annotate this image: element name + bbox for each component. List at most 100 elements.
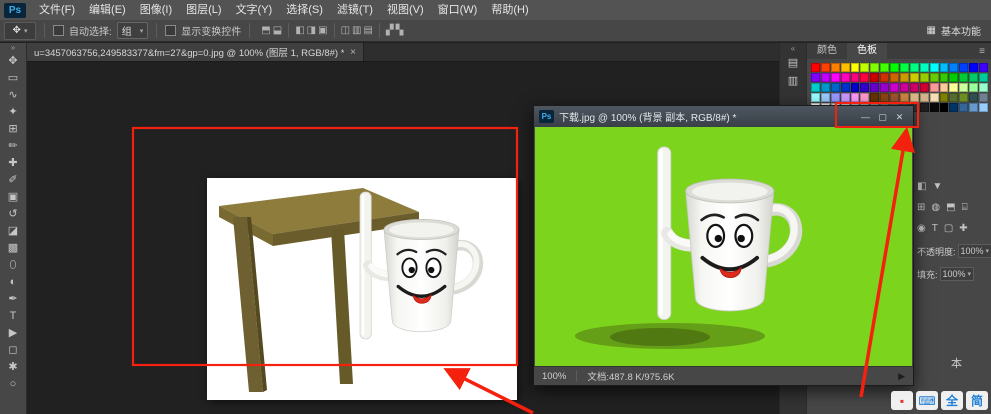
align-icon[interactable]: ⬓: [273, 25, 282, 36]
color-swatch[interactable]: [841, 83, 850, 92]
color-swatch[interactable]: [860, 83, 869, 92]
align-icon[interactable]: ▞: [386, 25, 394, 36]
align-icon[interactable]: ⬒: [261, 25, 270, 36]
type-tool[interactable]: T: [1, 308, 25, 325]
color-swatch[interactable]: [949, 63, 958, 72]
green-document-canvas[interactable]: [535, 127, 912, 366]
color-swatch[interactable]: [880, 83, 889, 92]
color-swatch[interactable]: [811, 83, 820, 92]
color-swatch[interactable]: [969, 73, 978, 82]
auto-select-checkbox[interactable]: [53, 25, 64, 36]
color-swatch[interactable]: [870, 83, 879, 92]
color-swatch[interactable]: [900, 73, 909, 82]
color-swatch[interactable]: [831, 73, 840, 82]
color-swatch[interactable]: [880, 93, 889, 102]
hand-tool[interactable]: ✱: [1, 359, 25, 376]
current-tool-chip[interactable]: ✥ ▾: [4, 22, 36, 40]
color-swatch[interactable]: [890, 73, 899, 82]
panel-icon[interactable]: ▢: [944, 223, 953, 234]
color-swatch[interactable]: [949, 73, 958, 82]
color-swatch[interactable]: [920, 83, 929, 92]
color-swatch[interactable]: [890, 83, 899, 92]
color-swatch[interactable]: [851, 93, 860, 102]
color-swatch[interactable]: [841, 73, 850, 82]
color-swatch[interactable]: [811, 63, 820, 72]
color-swatch[interactable]: [949, 103, 958, 112]
show-transform-checkbox[interactable]: [165, 25, 176, 36]
color-swatch[interactable]: [969, 93, 978, 102]
color-swatch[interactable]: [959, 103, 968, 112]
ime-tray-logo[interactable]: ▪: [891, 391, 913, 410]
color-swatch[interactable]: [979, 63, 988, 72]
color-swatch[interactable]: [821, 73, 830, 82]
color-swatch[interactable]: [831, 63, 840, 72]
color-swatch[interactable]: [851, 73, 860, 82]
menu-item[interactable]: 文字(Y): [229, 0, 280, 20]
auto-select-dropdown[interactable]: 组 ▾: [117, 22, 149, 39]
eyedropper-tool[interactable]: ✏: [1, 138, 25, 155]
color-swatch[interactable]: [940, 63, 949, 72]
color-swatch[interactable]: [870, 63, 879, 72]
move-tool[interactable]: ✥: [1, 53, 25, 70]
tab-close-icon[interactable]: ×: [350, 47, 356, 58]
color-swatch[interactable]: [930, 73, 939, 82]
align-icon[interactable]: ◨: [307, 25, 316, 36]
menu-item[interactable]: 编辑(E): [82, 0, 133, 20]
color-swatch[interactable]: [860, 73, 869, 82]
path-select-tool[interactable]: ▶: [1, 325, 25, 342]
healing-brush-tool[interactable]: ✚: [1, 155, 25, 172]
color-swatch[interactable]: [890, 63, 899, 72]
panel-icon[interactable]: ✚: [959, 223, 967, 234]
menu-item[interactable]: 视图(V): [380, 0, 431, 20]
color-swatch[interactable]: [811, 73, 820, 82]
crop-tool[interactable]: ⊞: [1, 121, 25, 138]
pen-tool[interactable]: ✒: [1, 291, 25, 308]
color-swatch[interactable]: [979, 73, 988, 82]
align-icon[interactable]: ◧: [295, 25, 304, 36]
color-swatch[interactable]: [821, 83, 830, 92]
color-swatch[interactable]: [930, 93, 939, 102]
color-swatch[interactable]: [821, 63, 830, 72]
collapse-toolbar-icon[interactable]: »: [11, 43, 15, 53]
color-swatch[interactable]: [930, 63, 939, 72]
menu-item[interactable]: 窗口(W): [431, 0, 485, 20]
eraser-tool[interactable]: ◪: [1, 223, 25, 240]
color-swatch[interactable]: [949, 83, 958, 92]
color-swatch[interactable]: [851, 63, 860, 72]
zoom-level[interactable]: 100%: [542, 371, 566, 382]
color-swatch[interactable]: [860, 93, 869, 102]
color-swatch[interactable]: [920, 63, 929, 72]
color-swatch[interactable]: [959, 73, 968, 82]
color-swatch[interactable]: [979, 103, 988, 112]
panel-icon[interactable]: ⊞: [917, 202, 925, 213]
color-swatch[interactable]: [979, 93, 988, 102]
color-swatch[interactable]: [969, 63, 978, 72]
color-swatch[interactable]: [959, 63, 968, 72]
maximize-button[interactable]: ▢: [874, 108, 891, 126]
fullwidth-indicator[interactable]: 全: [941, 391, 963, 410]
lasso-tool[interactable]: ∿: [1, 87, 25, 104]
align-icon[interactable]: ▣: [318, 25, 327, 36]
menu-item[interactable]: 帮助(H): [484, 0, 535, 20]
dodge-tool[interactable]: ◐: [1, 274, 25, 291]
expand-panels-icon[interactable]: «: [791, 43, 795, 53]
color-swatch[interactable]: [920, 103, 929, 112]
color-swatch[interactable]: [880, 73, 889, 82]
color-swatch[interactable]: [880, 63, 889, 72]
color-swatch[interactable]: [940, 103, 949, 112]
color-swatch[interactable]: [900, 83, 909, 92]
clone-stamp-tool[interactable]: ▣: [1, 189, 25, 206]
color-swatch[interactable]: [940, 73, 949, 82]
minimize-button[interactable]: —: [857, 108, 874, 126]
color-swatch[interactable]: [910, 73, 919, 82]
menu-item[interactable]: 图像(I): [133, 0, 179, 20]
color-swatch[interactable]: [969, 103, 978, 112]
close-button[interactable]: ✕: [891, 108, 908, 126]
menu-item[interactable]: 文件(F): [32, 0, 82, 20]
menu-item[interactable]: 滤镜(T): [330, 0, 380, 20]
menu-item[interactable]: 选择(S): [279, 0, 330, 20]
color-swatch[interactable]: [979, 83, 988, 92]
panel-icon[interactable]: ◧: [917, 181, 926, 192]
align-icon[interactable]: ▤: [363, 25, 372, 36]
document-tab[interactable]: u=3457063756,249583377&fm=27&gp=0.jpg @ …: [27, 43, 364, 61]
